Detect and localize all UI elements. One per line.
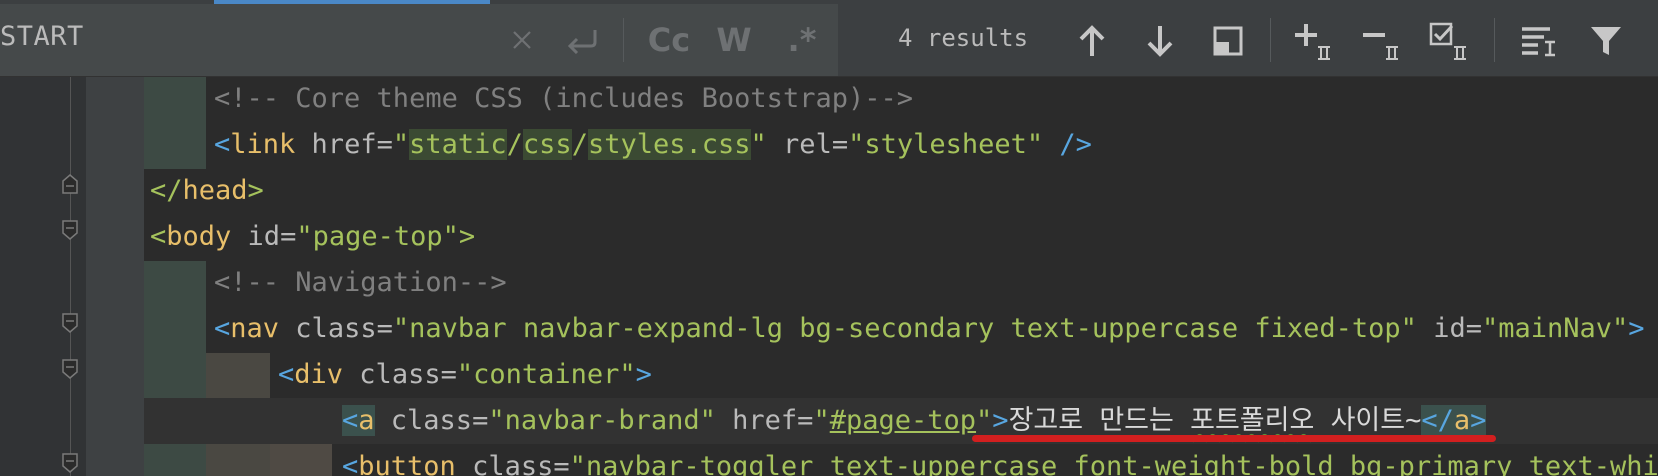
fold-start-icon[interactable] (62, 220, 78, 240)
indent-guide-column (86, 77, 144, 476)
code-line-1: <!-- Core theme CSS (includes Bootstrap)… (214, 83, 913, 114)
red-annotation-underline (972, 435, 1496, 442)
open-in-window-icon[interactable] (1204, 18, 1252, 64)
close-icon[interactable] (504, 18, 540, 62)
code-line-7: <div class="container"> (278, 359, 652, 390)
indent-block (144, 77, 206, 169)
add-selection-icon[interactable] (1290, 18, 1338, 64)
match-case-button[interactable]: Cc (644, 18, 694, 62)
code-line-2: <link href="static/css/styles.css" rel="… (214, 129, 1092, 160)
search-input[interactable]: START (0, 21, 84, 52)
select-all-occurrences-icon[interactable] (1426, 18, 1474, 64)
search-field[interactable]: START Cc W .* (0, 4, 838, 76)
filter-icon[interactable] (1582, 18, 1630, 64)
newline-icon[interactable] (560, 18, 604, 62)
separator (623, 18, 624, 62)
find-bar: START Cc W .* 4 results (0, 4, 1658, 77)
fold-start-icon[interactable] (62, 359, 78, 379)
separator (1270, 18, 1271, 62)
code-editor[interactable]: <!-- Core theme CSS (includes Bootstrap)… (0, 77, 1658, 476)
code-line-9: <button class="navbar-toggler text-upper… (342, 451, 1658, 476)
words-button[interactable]: W (712, 18, 756, 62)
arrow-down-icon[interactable] (1136, 18, 1184, 64)
code-line-5: <!-- Navigation--> (214, 267, 507, 298)
filter-settings-icon[interactable] (1514, 18, 1562, 64)
code-line-3: </head> (150, 175, 264, 206)
remove-selection-icon[interactable] (1358, 18, 1406, 64)
results-count: 4 results (898, 24, 1029, 52)
code-line-4: <body id="page-top"> (150, 221, 476, 252)
line-number-gutter (0, 77, 86, 476)
arrow-up-icon[interactable] (1068, 18, 1116, 64)
code-line-6: <nav class="navbar navbar-expand-lg bg-s… (214, 313, 1645, 344)
fold-end-icon[interactable] (62, 174, 78, 194)
separator (1494, 18, 1495, 62)
regex-button[interactable]: .* (780, 18, 824, 62)
fold-guide (70, 77, 71, 476)
fold-start-icon[interactable] (62, 453, 78, 473)
fold-start-icon[interactable] (62, 313, 78, 333)
